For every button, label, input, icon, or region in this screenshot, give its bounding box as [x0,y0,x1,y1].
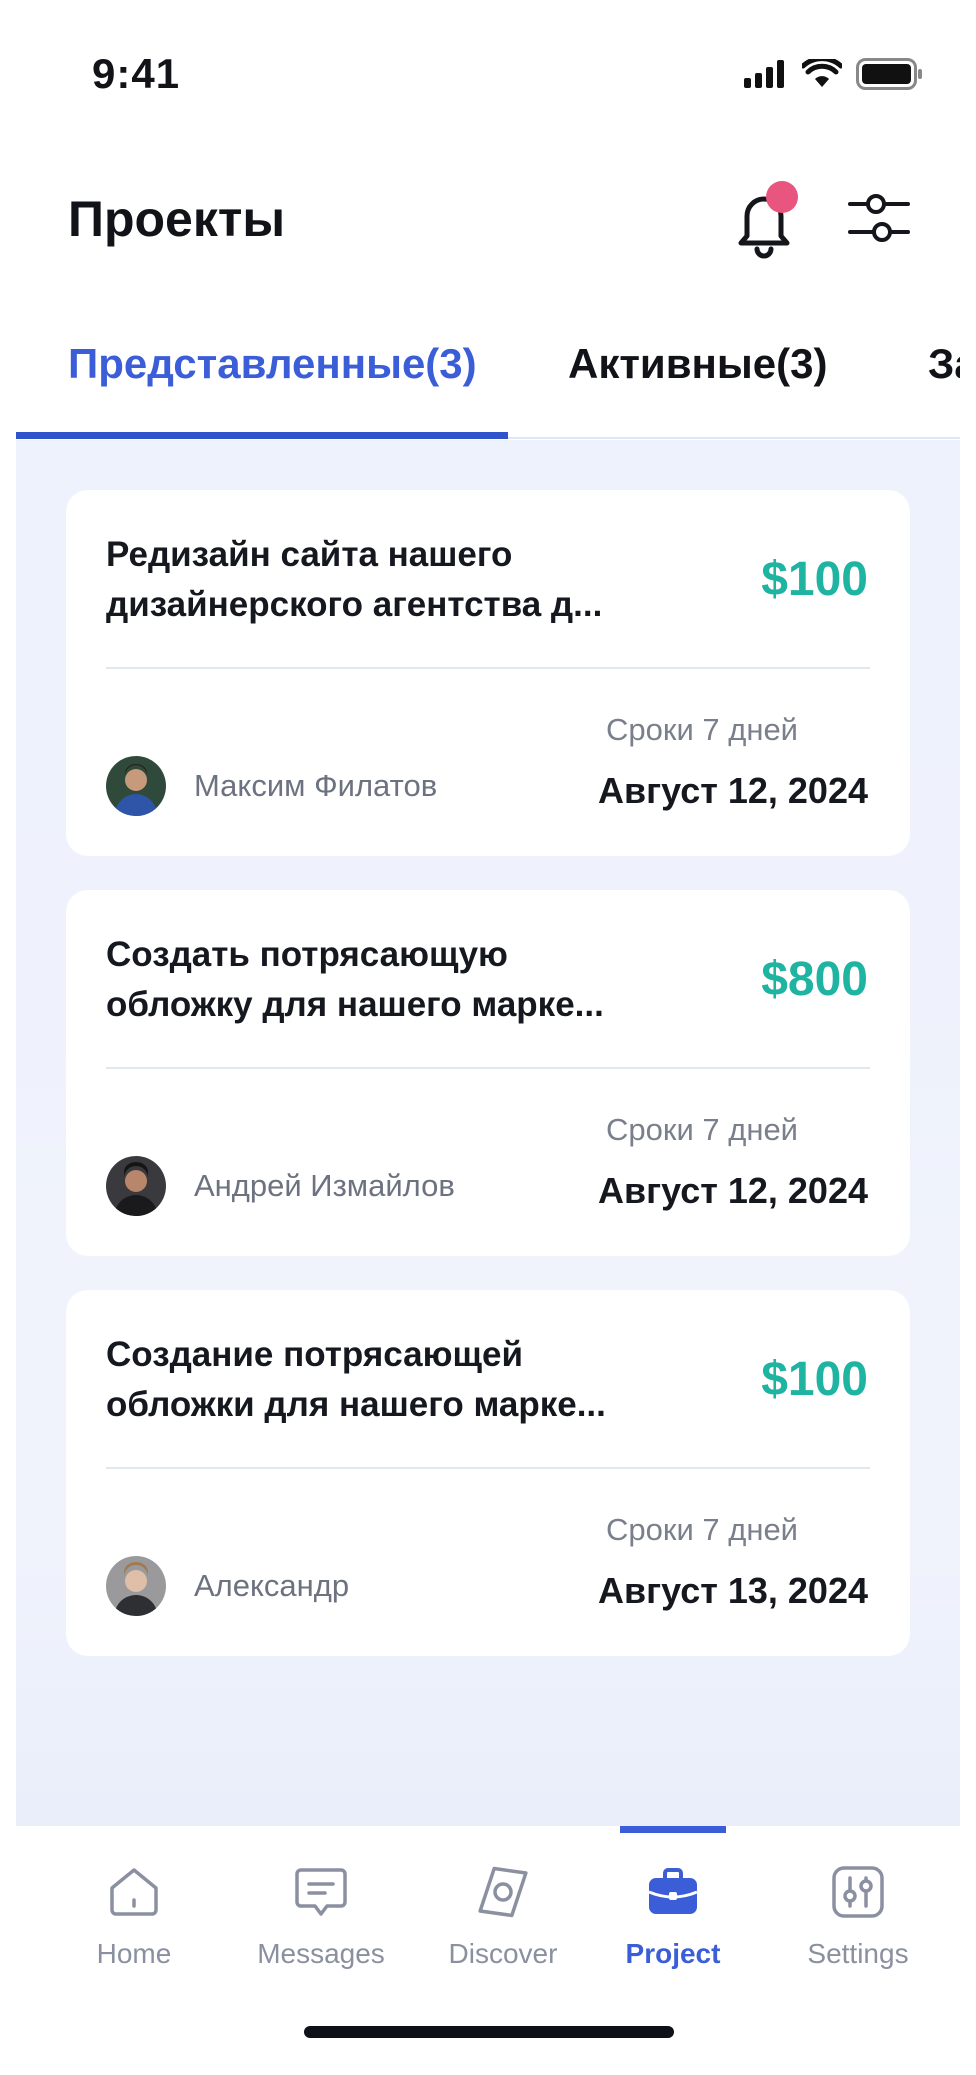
page-title: Проекты [68,191,286,247]
project-title: Редизайн сайта нашего дизайнерского аген… [106,535,603,624]
nav-messages[interactable]: Messages [246,1826,396,1996]
deadline-date: Август 12, 2024 [597,1170,868,1211]
project-title: Создание потрясающей обложки для нашего … [106,1335,606,1424]
deadline-label: Сроки 7 дней [606,1112,798,1147]
nav-project[interactable]: Project [598,1826,748,1996]
nav-discover-label: Discover [448,1938,558,1969]
battery-icon [856,58,922,90]
tab-submitted[interactable]: Представленные(3) [68,340,477,388]
briefcase-icon [648,1868,698,1914]
nav-home[interactable]: Home [59,1826,209,1996]
project-card[interactable]: Создать потрясающую обложку для нашего м… [66,890,910,1256]
freelancer-name: Андрей Измайлов [194,1168,455,1203]
card-divider [106,667,870,669]
deadline-date: Август 13, 2024 [597,1570,868,1611]
project-card[interactable]: Создание потрясающей обложки для нашего … [66,1290,910,1656]
card-divider [106,1067,870,1069]
card-divider [106,1467,870,1469]
tab-completed[interactable]: За [928,340,960,388]
status-time: 9:41 [92,50,181,97]
notification-badge [766,181,798,213]
status-icons [744,58,924,90]
tab-indicator [16,432,508,439]
deadline-label: Сроки 7 дней [606,712,798,747]
freelancer-name: Максим Филатов [194,768,438,803]
project-card[interactable]: Редизайн сайта нашего дизайнерского аген… [66,490,910,856]
sliders-icon [848,194,910,242]
filter-button[interactable] [846,188,912,248]
nav-discover[interactable]: Discover [428,1826,578,1996]
deadline-label: Сроки 7 дней [606,1512,798,1547]
nav-settings-label: Settings [807,1938,909,1969]
app-screen: 9:41 Проекты Представленные(3) Активные(… [16,0,960,2062]
nav-project-label: Project [625,1938,721,1969]
projects-list: Редизайн сайта нашего дизайнерского аген… [16,440,960,1826]
project-price: $100 [761,553,868,606]
avatar [106,1156,166,1216]
project-title: Создать потрясающую обложку для нашего м… [106,935,604,1024]
tab-active[interactable]: Активные(3) [568,340,828,388]
messages-icon [295,1868,347,1916]
nav-messages-label: Messages [257,1938,385,1969]
settings-icon [832,1866,884,1918]
wifi-icon [802,59,842,87]
home-icon [110,1868,158,1916]
signal-icon [744,60,784,88]
project-tabs: Представленные(3) Активные(3) За [16,330,960,440]
project-price: $800 [761,953,868,1006]
deadline-date: Август 12, 2024 [597,770,868,811]
discover-icon [478,1866,528,1918]
avatar [106,756,166,816]
home-indicator [304,2026,674,2038]
freelancer-name: Александр [194,1568,350,1603]
avatar [106,1556,166,1616]
nav-settings[interactable]: Settings [783,1826,933,1996]
project-price: $100 [761,1353,868,1406]
nav-home-label: Home [96,1938,172,1969]
